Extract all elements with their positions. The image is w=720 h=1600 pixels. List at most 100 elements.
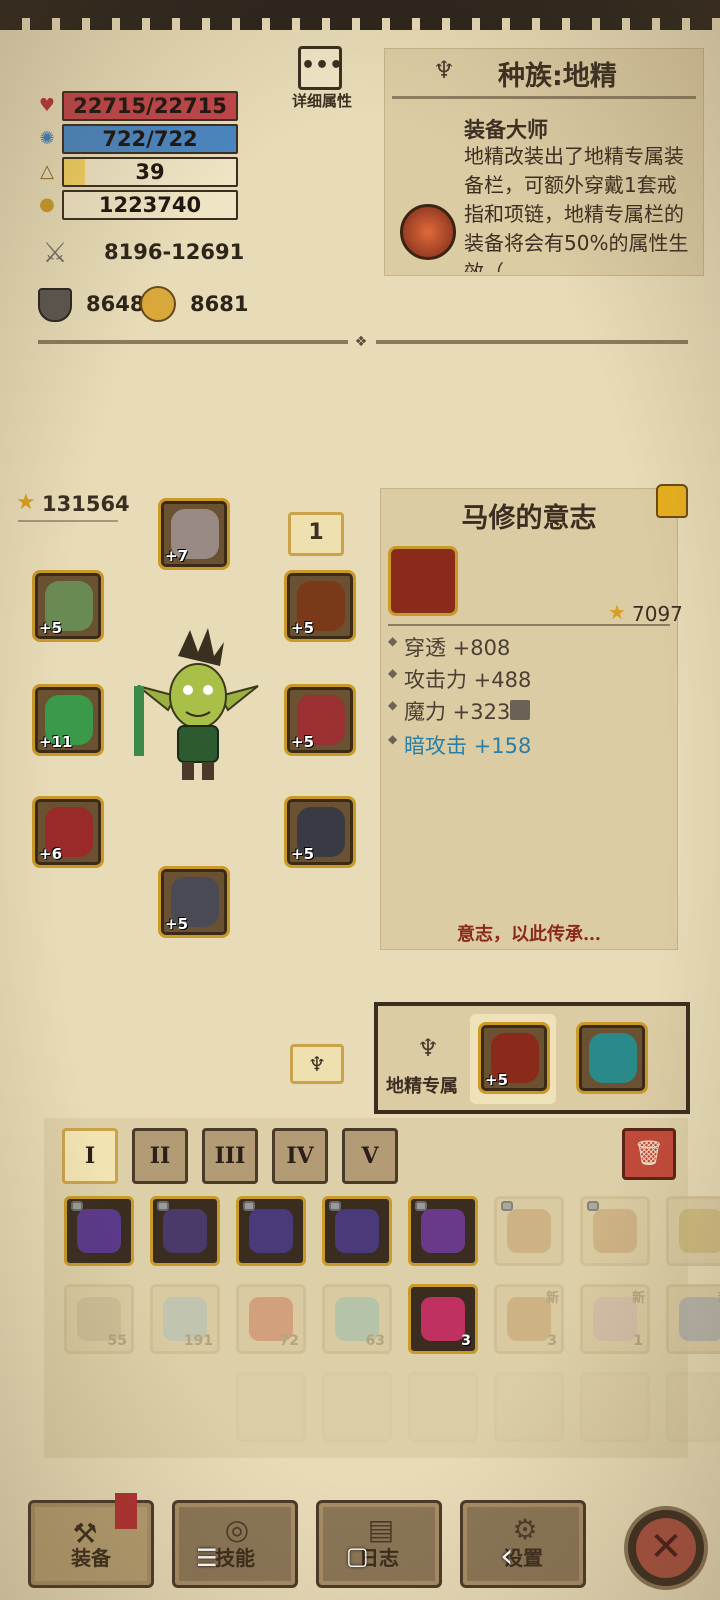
item-divider (388, 624, 670, 626)
tab-page-1[interactable]: I (62, 1128, 118, 1184)
empty-inventory-slot[interactable] (236, 1372, 306, 1442)
magic-defense-icon (140, 286, 176, 322)
inventory-item-icon (679, 1297, 720, 1341)
goblin-emblem-icon: ♆ (417, 1034, 439, 1062)
new-badge: 新 (631, 1291, 645, 1306)
attr-bullet-icon: ◆ (388, 634, 398, 648)
goblin-emblem-icon: ♆ (308, 1052, 326, 1076)
lock-icon (587, 1201, 599, 1211)
more-icon: ••• (301, 53, 344, 78)
nav-equip[interactable]: ⚒ 装备 (28, 1493, 154, 1588)
inventory-slot[interactable]: 新1 (580, 1284, 650, 1354)
lock-icon[interactable] (656, 484, 688, 518)
lock-icon (501, 1201, 513, 1211)
inventory-slot[interactable]: 72 (236, 1284, 306, 1354)
skill-name: 装备大师 (464, 118, 548, 142)
inventory-slot[interactable]: 55 (64, 1284, 134, 1354)
gold-bar: 1223740 (62, 190, 238, 220)
goblin-character (128, 626, 268, 786)
inventory-item-icon (163, 1209, 207, 1253)
attr-bullet-icon: ◆ (388, 732, 398, 746)
inventory-slot[interactable]: 新3 (494, 1284, 564, 1354)
empty-inventory-slot[interactable] (666, 1372, 720, 1442)
tab-page-5[interactable]: V (342, 1128, 398, 1184)
level-icon: △ (40, 161, 54, 182)
inventory-slot[interactable] (580, 1196, 650, 1266)
divider-right (376, 340, 688, 344)
slot-helmet[interactable]: +7 (158, 498, 230, 570)
empty-inventory-slot[interactable] (494, 1372, 564, 1442)
slot-ring[interactable]: +5 (32, 570, 104, 642)
slot-armor[interactable]: +5 (284, 684, 356, 756)
detail-attributes-button[interactable]: ••• (298, 46, 344, 90)
system-home-button[interactable]: ▢ (346, 1542, 369, 1570)
inventory-slot[interactable]: 新1 (666, 1284, 720, 1354)
goblin-exclusive-label: 地精专属 (386, 1076, 458, 1097)
inventory-slot[interactable] (666, 1196, 720, 1266)
item-count: 1 (633, 1333, 643, 1349)
system-menu-button[interactable]: ☰ (196, 1544, 218, 1572)
inventory-item-icon (77, 1209, 121, 1253)
item-count: 3 (461, 1333, 471, 1349)
inventory-item-icon (335, 1209, 379, 1253)
ring-item-icon (589, 1033, 637, 1083)
inventory-slot[interactable]: 191 (150, 1284, 220, 1354)
inventory-slot[interactable] (494, 1196, 564, 1266)
tab-page-3[interactable]: III (202, 1128, 258, 1184)
divider-ornament: ❖ (354, 334, 368, 350)
inventory-item-icon (593, 1209, 637, 1253)
inventory-item-icon (421, 1297, 465, 1341)
item-count: 63 (365, 1333, 385, 1349)
inventory-item-icon (421, 1209, 465, 1253)
magic-defense-value: 8681 (190, 292, 249, 316)
inventory-slot[interactable] (64, 1196, 134, 1266)
bookmark-icon (115, 1493, 137, 1529)
skill-icon (400, 204, 456, 260)
new-badge: 新 (545, 1291, 559, 1306)
goblin-slot-ring[interactable] (576, 1022, 648, 1094)
inventory-item-icon (507, 1209, 551, 1253)
item-flavor-text: 意志，以此传承… (457, 924, 601, 945)
set-number-badge[interactable]: 1 (288, 512, 344, 556)
item-attr-magic: 魔力 +323 (404, 700, 511, 724)
slot-gloves[interactable]: +6 (32, 796, 104, 868)
nav-skills[interactable]: ◎ 技能 (172, 1500, 298, 1588)
inventory-item-icon (507, 1297, 551, 1341)
inventory-slot[interactable] (236, 1196, 306, 1266)
slot-boots[interactable]: +5 (158, 866, 230, 938)
tab-page-4[interactable]: IV (272, 1128, 328, 1184)
close-button[interactable]: ✕ (624, 1506, 708, 1590)
inventory-slot[interactable] (150, 1196, 220, 1266)
slot-weapon[interactable]: +11 (32, 684, 104, 756)
slot-pants[interactable]: +5 (284, 796, 356, 868)
race-divider (392, 96, 696, 99)
divider-left (38, 340, 348, 344)
empty-inventory-slot[interactable] (580, 1372, 650, 1442)
lock-icon (71, 1201, 83, 1211)
item-attr-dark-attack: 暗攻击 +158 (404, 734, 532, 758)
trash-icon: 🗑 (633, 1139, 665, 1167)
slot-amulet[interactable]: +5 (284, 570, 356, 642)
swap-equipment-button[interactable]: ♆ (290, 1044, 344, 1084)
attack-value: 8196-12691 (104, 240, 245, 264)
nav-log[interactable]: ▤ 日志 (316, 1500, 442, 1588)
attr-bullet-icon: ◆ (388, 666, 398, 680)
inventory-slot[interactable]: 63 (322, 1284, 392, 1354)
system-back-button[interactable]: ‹ (500, 1536, 514, 1576)
hp-bar: 22715/22715 (62, 91, 238, 121)
swords-icon: ⚔ (42, 236, 68, 269)
inventory-item-icon (679, 1209, 720, 1253)
empty-inventory-slot[interactable] (408, 1372, 478, 1442)
item-count: 191 (183, 1333, 213, 1349)
goblin-slot-amulet[interactable]: +5 (478, 1022, 550, 1094)
gold-icon: ● (39, 194, 55, 215)
trash-button[interactable]: 🗑 (622, 1128, 676, 1180)
empty-inventory-slot[interactable] (322, 1372, 392, 1442)
tab-page-2[interactable]: II (132, 1128, 188, 1184)
nav-settings[interactable]: ⚙ 设置 (460, 1500, 586, 1588)
inventory-slot[interactable] (322, 1196, 392, 1266)
inventory-slot[interactable]: 3 (408, 1284, 478, 1354)
inventory-slot[interactable] (408, 1196, 478, 1266)
mp-bar: 722/722 (62, 124, 238, 154)
item-detail-icon (388, 546, 458, 616)
